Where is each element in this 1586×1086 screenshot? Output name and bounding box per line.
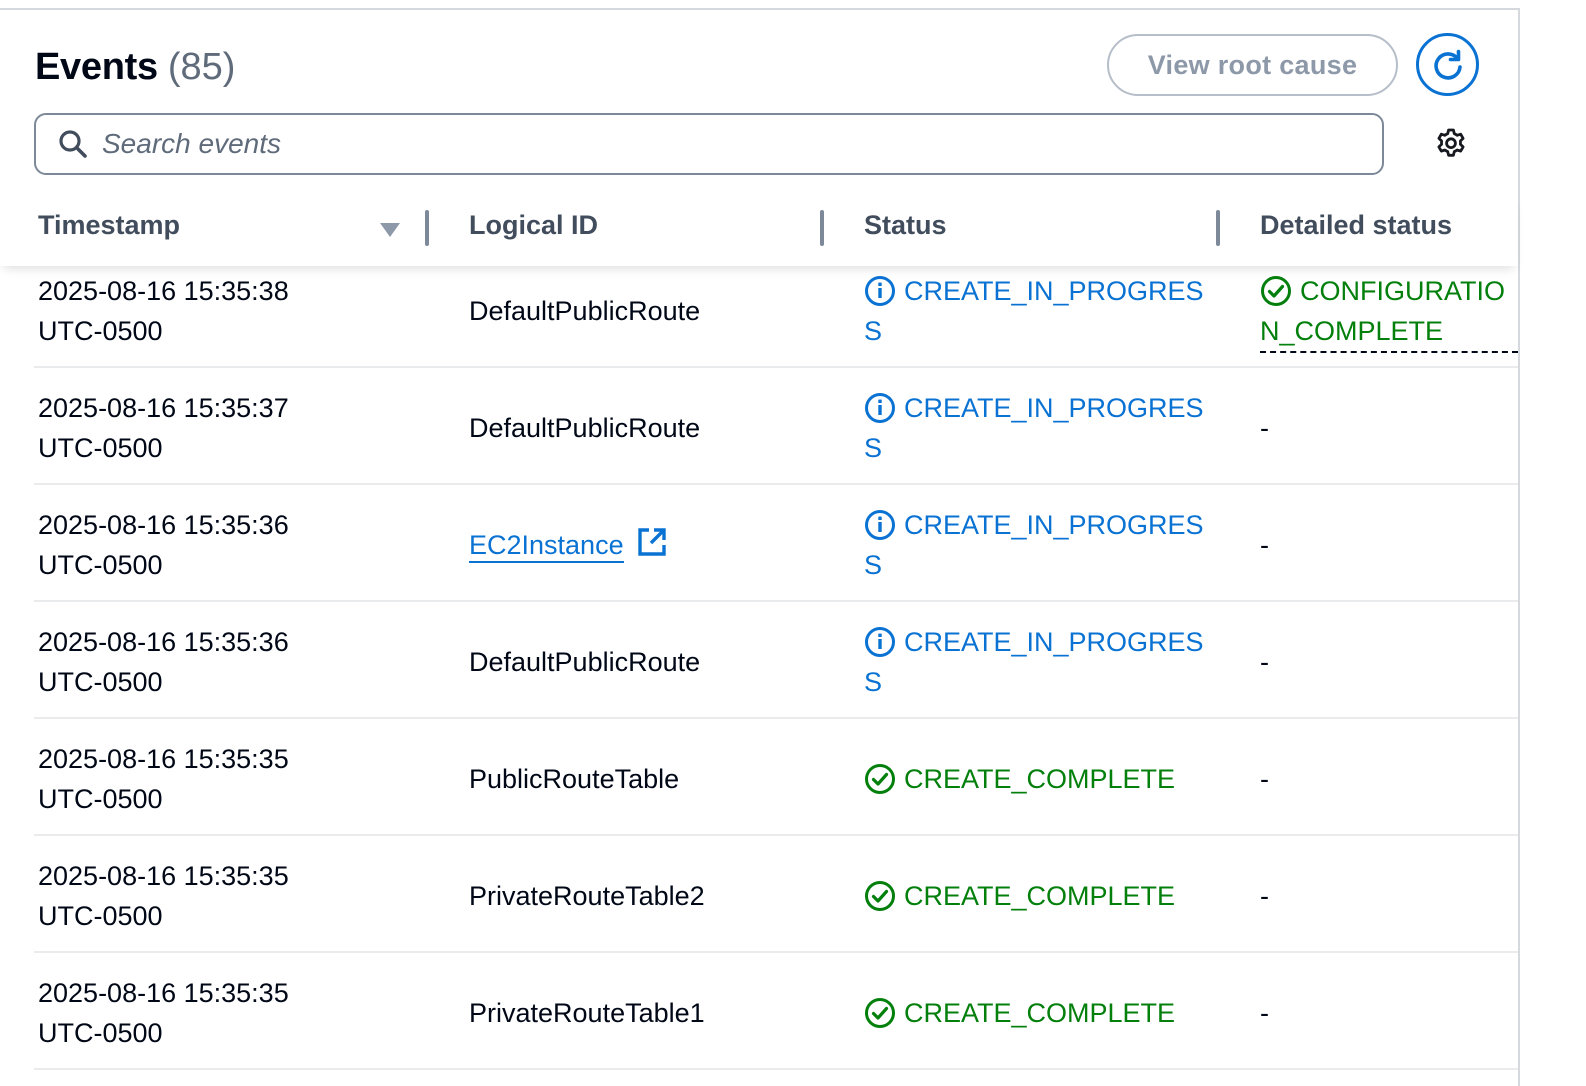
search-input[interactable] — [102, 128, 1302, 160]
timestamp-date: 2025-08-16 15:35:35 — [38, 744, 289, 774]
view-root-cause-button[interactable]: View root cause — [1107, 34, 1398, 96]
status-cell: CREATE_COMPLETE — [864, 759, 1209, 799]
status-text: CREATE_IN_PROGRESS — [864, 393, 1204, 463]
timestamp-cell: 2025-08-16 15:35:37 UTC-0500 — [38, 388, 289, 468]
check-circle-icon — [865, 881, 895, 911]
table-row: 2025-08-16 15:35:35 UTC-0500 PrivateRout… — [34, 836, 1518, 953]
events-table-body: 2025-08-16 15:35:38 UTC-0500 DefaultPubl… — [0, 266, 1518, 1086]
status-text: CREATE_COMPLETE — [904, 998, 1176, 1028]
timestamp-date: 2025-08-16 15:35:35 — [38, 861, 289, 891]
status-text: CREATE_IN_PROGRESS — [864, 510, 1204, 580]
timestamp-date: 2025-08-16 15:35:36 — [38, 510, 289, 540]
timestamp-cell: 2025-08-16 15:35:36 UTC-0500 — [38, 505, 289, 585]
timestamp-cell: 2025-08-16 15:35:35 UTC-0500 — [38, 739, 289, 819]
check-circle-icon — [865, 764, 895, 794]
timestamp-timezone: UTC-0500 — [38, 901, 163, 931]
external-link-icon[interactable] — [637, 527, 667, 557]
check-circle-icon — [1261, 276, 1291, 306]
column-resizer[interactable] — [1216, 210, 1220, 246]
logical-id-cell: PrivateRouteTable1 — [469, 998, 705, 1028]
detailed-status-cell: - — [1260, 413, 1269, 443]
top-border — [0, 8, 1520, 10]
status-cell: CREATE_IN_PROGRESS — [864, 271, 1209, 351]
column-header-timestamp[interactable]: Timestamp — [38, 210, 180, 241]
table-row: 2025-08-16 15:35:35 UTC-0500 PublicRoute… — [34, 719, 1518, 836]
timestamp-date: 2025-08-16 15:35:37 — [38, 393, 289, 423]
gear-icon — [1437, 128, 1465, 157]
column-header-detailed-status[interactable]: Detailed status — [1260, 210, 1452, 241]
check-circle-icon — [865, 998, 895, 1028]
status-cell: CREATE_IN_PROGRESS — [864, 388, 1209, 468]
status-text: CREATE_COMPLETE — [904, 764, 1176, 794]
table-settings-button[interactable] — [1432, 125, 1470, 163]
status-text: CREATE_IN_PROGRESS — [864, 276, 1204, 346]
info-circle-icon — [865, 393, 895, 423]
timestamp-timezone: UTC-0500 — [38, 1018, 163, 1048]
status-cell: CREATE_COMPLETE — [864, 993, 1209, 1033]
detailed-status-cell: - — [1260, 764, 1269, 794]
page-title: Events — [35, 45, 158, 88]
status-text: CREATE_IN_PROGRESS — [864, 627, 1204, 697]
detailed-status-cell: - — [1260, 647, 1269, 677]
sort-descending-icon[interactable] — [379, 222, 401, 238]
events-header: Events (85) — [35, 40, 235, 94]
timestamp-cell: 2025-08-16 15:35:36 UTC-0500 — [38, 622, 289, 702]
search-icon — [59, 130, 87, 158]
column-resizer[interactable] — [425, 210, 429, 246]
detailed-status-cell: - — [1260, 881, 1269, 911]
timestamp-cell: 2025-08-16 15:35:35 UTC-0500 — [38, 973, 289, 1053]
logical-id-cell: PrivateRouteTable2 — [469, 881, 705, 911]
timestamp-date: 2025-08-16 15:35:35 — [38, 978, 289, 1008]
column-resizer[interactable] — [820, 210, 824, 246]
logical-id-link-text[interactable]: EC2Instance — [469, 530, 624, 563]
timestamp-timezone: UTC-0500 — [38, 433, 163, 463]
timestamp-cell: 2025-08-16 15:35:38 UTC-0500 — [38, 271, 289, 351]
refresh-button[interactable] — [1416, 33, 1479, 96]
table-header: Timestamp Logical ID Status Detailed sta… — [0, 196, 1518, 266]
logical-id-cell: DefaultPublicRoute — [469, 296, 701, 326]
status-text: CREATE_COMPLETE — [904, 881, 1176, 911]
info-circle-icon — [865, 276, 895, 306]
timestamp-timezone: UTC-0500 — [38, 667, 163, 697]
table-row: 2025-08-16 15:35:36 UTC-0500 DefaultPubl… — [34, 602, 1518, 719]
table-row: 2025-08-16 15:35:35 UTC-0500 PrivateRout… — [34, 953, 1518, 1070]
timestamp-timezone: UTC-0500 — [38, 316, 163, 346]
table-row: 2025-08-16 15:35:37 UTC-0500 DefaultPubl… — [34, 368, 1518, 485]
timestamp-date: 2025-08-16 15:35:38 — [38, 276, 289, 306]
table-row: 2025-08-16 15:35:36 UTC-0500 EC2Instance… — [34, 485, 1518, 602]
ec2-instance-link[interactable]: EC2Instance — [469, 525, 667, 565]
logical-id-cell: DefaultPublicRoute — [469, 413, 701, 443]
status-cell: CREATE_IN_PROGRESS — [864, 622, 1209, 702]
status-cell: CREATE_IN_PROGRESS — [864, 505, 1209, 585]
timestamp-date: 2025-08-16 15:35:36 — [38, 627, 289, 657]
timestamp-timezone: UTC-0500 — [38, 550, 163, 580]
right-border — [1518, 8, 1520, 1086]
detailed-status-text: CONFIGURATION_COMPLETE — [1260, 271, 1518, 353]
info-circle-icon — [865, 627, 895, 657]
logical-id-cell: PublicRouteTable — [469, 764, 680, 794]
status-cell: CREATE_COMPLETE — [864, 876, 1209, 916]
info-circle-icon — [865, 510, 895, 540]
logical-id-cell: DefaultPublicRoute — [469, 647, 701, 677]
column-header-logical-id[interactable]: Logical ID — [469, 210, 598, 241]
column-header-status[interactable]: Status — [864, 210, 947, 241]
timestamp-timezone: UTC-0500 — [38, 784, 163, 814]
table-row: 2025-08-16 15:35:38 UTC-0500 DefaultPubl… — [34, 266, 1518, 368]
detailed-status-cell[interactable]: CONFIGURATION_COMPLETE — [1260, 271, 1518, 353]
search-box — [34, 113, 1384, 175]
detailed-status-cell: - — [1260, 530, 1269, 560]
refresh-icon — [1433, 49, 1462, 80]
detailed-status-cell: - — [1260, 998, 1269, 1028]
events-count: (85) — [167, 45, 236, 88]
timestamp-cell: 2025-08-16 15:35:35 UTC-0500 — [38, 856, 289, 936]
